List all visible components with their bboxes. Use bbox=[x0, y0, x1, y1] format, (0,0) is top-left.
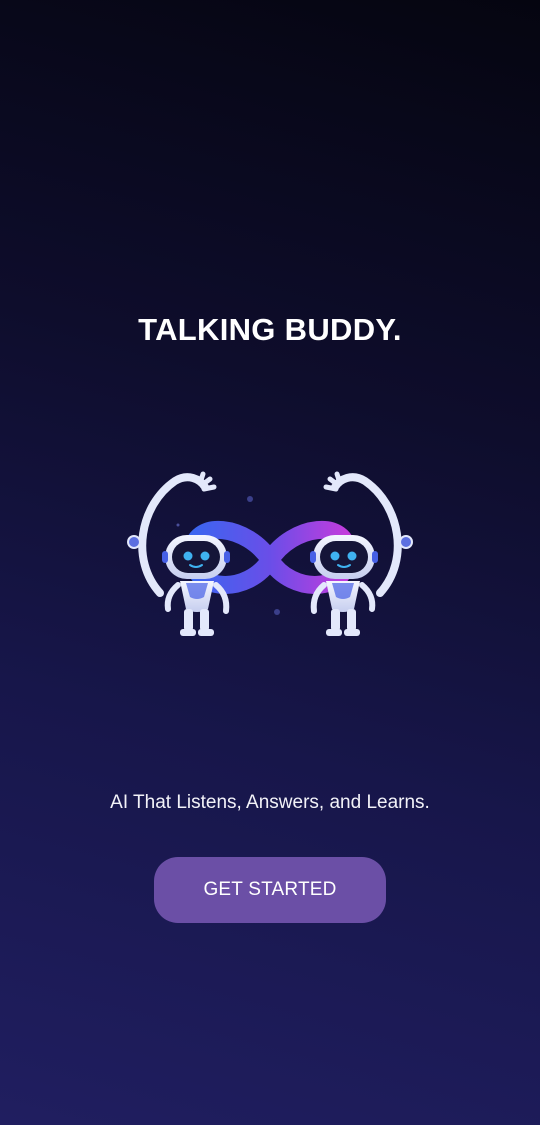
robots-infinity-icon bbox=[127, 471, 413, 636]
hero-illustration bbox=[120, 465, 420, 650]
welcome-screen: TALKING BUDDY. AI That Listens, Answers,… bbox=[0, 0, 540, 1125]
app-title: TALKING BUDDY. bbox=[138, 312, 402, 347]
tagline: AI That Listens, Answers, and Learns. bbox=[110, 792, 430, 813]
get-started-button[interactable]: GET STARTED bbox=[154, 857, 386, 923]
